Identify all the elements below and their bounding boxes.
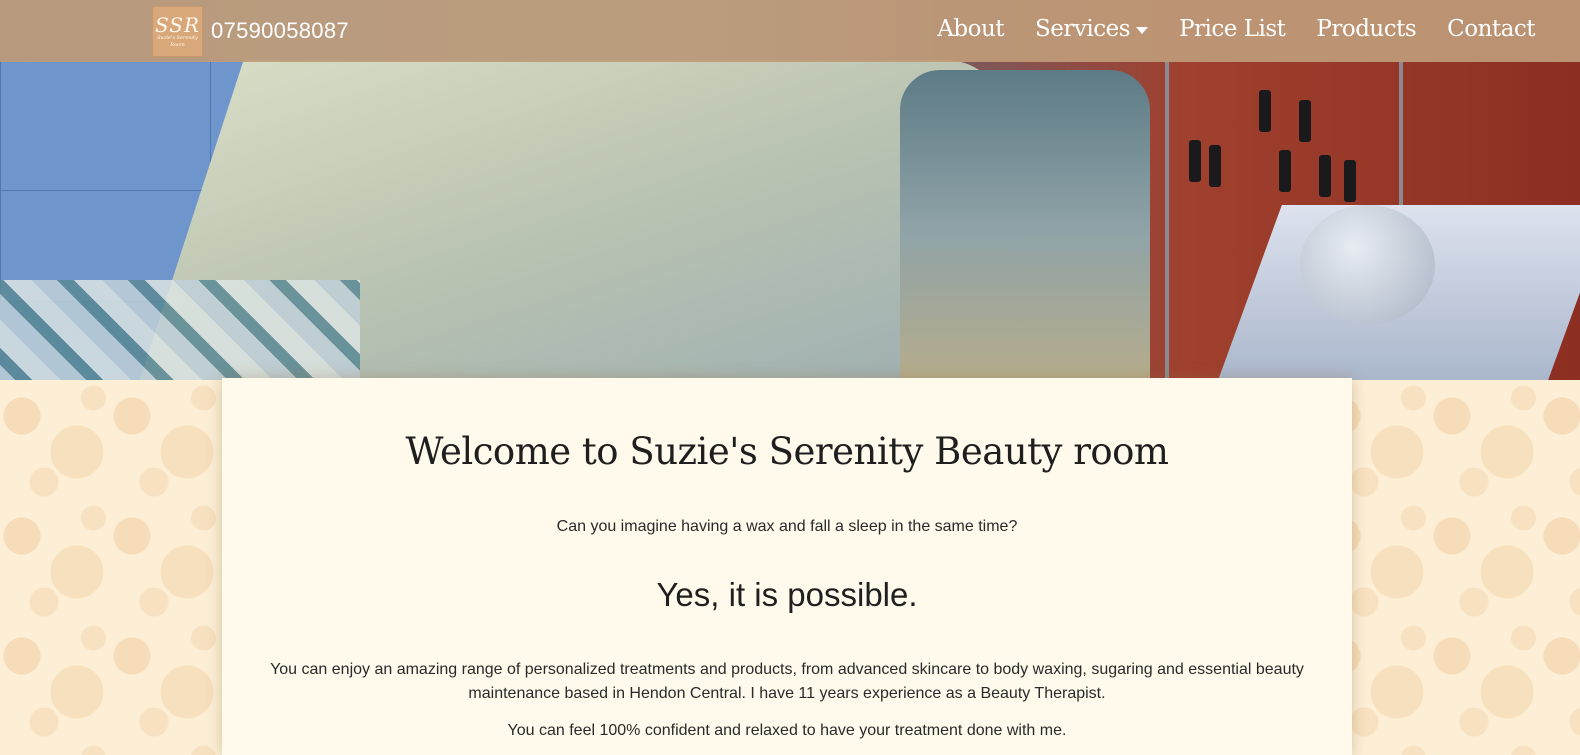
logo-initials: SSR [154, 12, 201, 37]
nav-link-contact[interactable]: Contact [1447, 16, 1535, 42]
intro-paragraph: You can enjoy an amazing range of person… [270, 661, 1304, 702]
logo-subtitle: Suzie's Serenity Room [157, 34, 198, 48]
nav-link-services[interactable]: Services [1035, 16, 1149, 42]
nav-link-price-list[interactable]: Price List [1179, 16, 1286, 42]
confidence-paragraph: You can feel 100% confident and relaxed … [507, 722, 1067, 739]
welcome-card: Welcome to Suzie's Serenity Beauty room … [222, 378, 1352, 755]
phone-number[interactable]: 07590058087 [211, 18, 349, 44]
brand-logo[interactable]: SSR Suzie's Serenity Room [152, 6, 203, 57]
navbar: SSR Suzie's Serenity Room 07590058087 Ab… [0, 0, 1580, 62]
nav-menu: About Services Price List Products Conta… [937, 16, 1535, 42]
nav-link-products[interactable]: Products [1316, 16, 1416, 42]
page-title: Welcome to Suzie's Serenity Beauty room [405, 430, 1169, 473]
nav-link-about[interactable]: About [937, 16, 1004, 42]
intro-answer: Yes, it is possible. [656, 576, 918, 613]
intro-question: Can you imagine having a wax and fall a … [556, 518, 1018, 535]
chevron-down-icon [1136, 26, 1149, 34]
